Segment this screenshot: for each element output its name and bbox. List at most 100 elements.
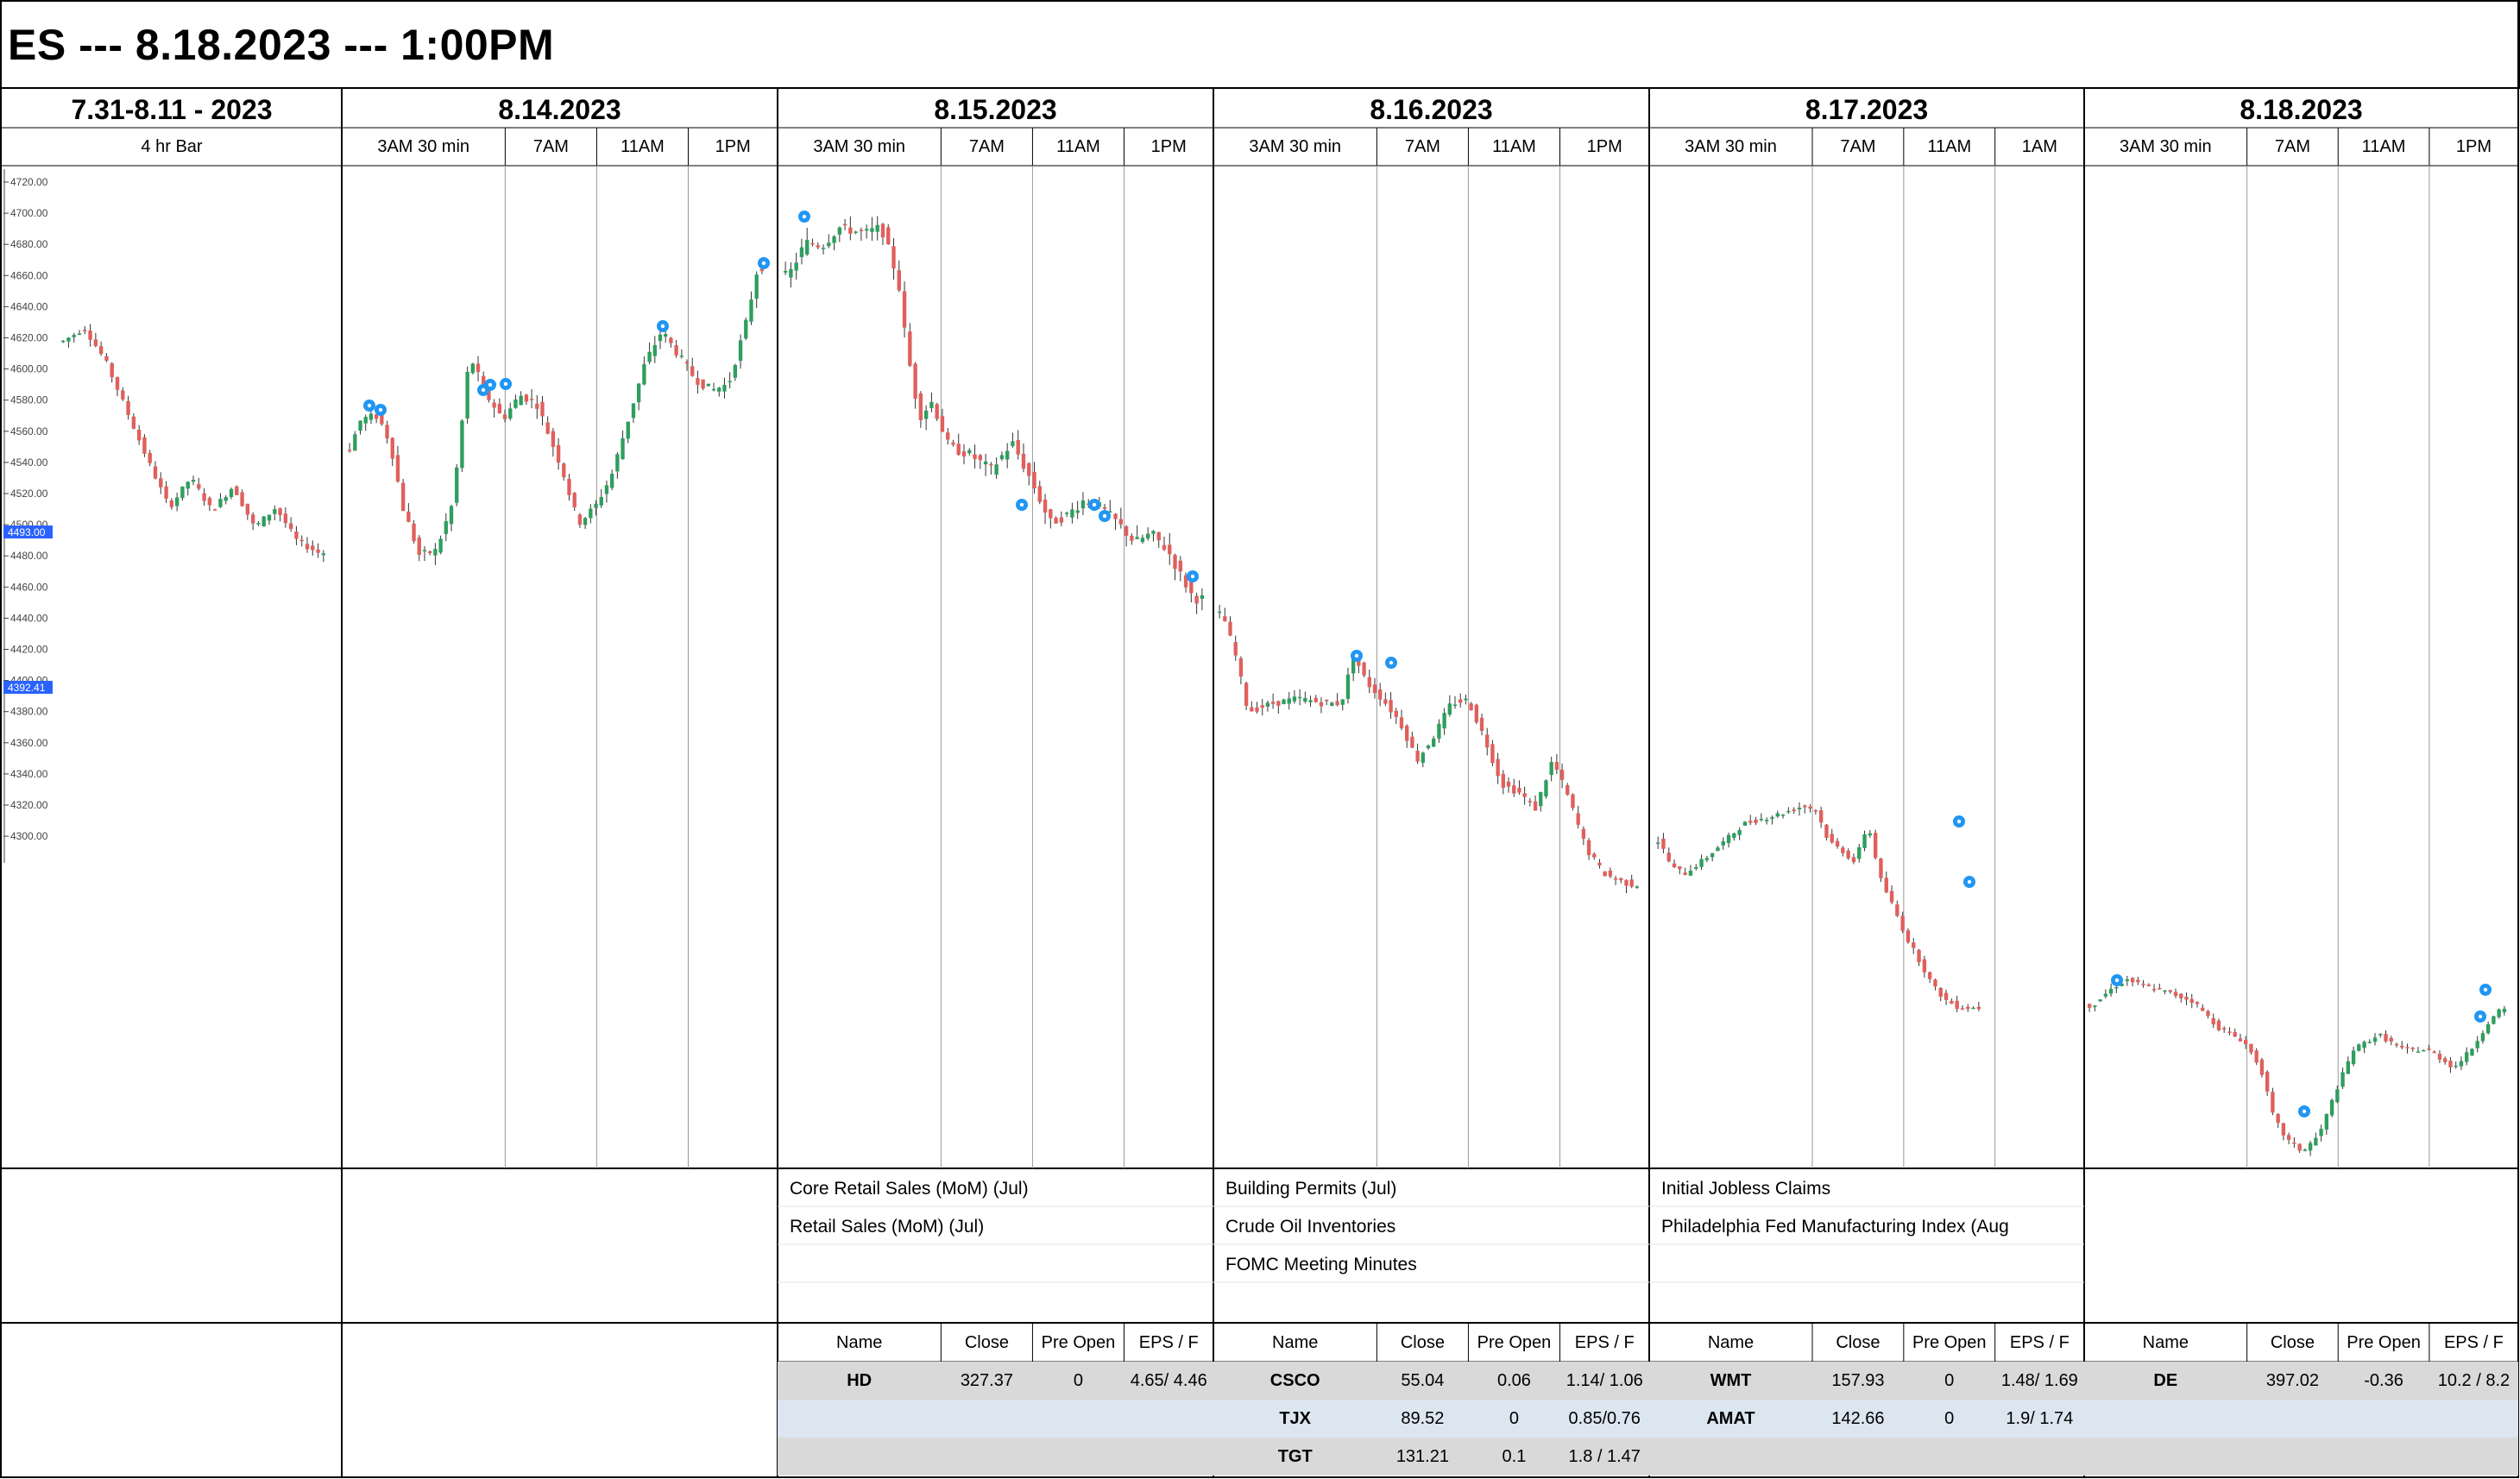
y-tick-label: 4600.00 bbox=[10, 363, 48, 375]
candle-body bbox=[186, 481, 190, 489]
candle-body bbox=[864, 229, 869, 231]
candle-body bbox=[1485, 734, 1490, 748]
candle-body bbox=[1270, 702, 1276, 704]
earnings-header: Close bbox=[1400, 1333, 1445, 1352]
candle-body bbox=[679, 356, 684, 357]
earnings-cell: 0 bbox=[1509, 1409, 1519, 1428]
session-header: 3AM 30 min bbox=[813, 137, 906, 156]
candle-body bbox=[684, 362, 690, 364]
candle-body bbox=[859, 230, 864, 232]
candle-body bbox=[1135, 537, 1139, 539]
candle-body bbox=[1938, 987, 1943, 998]
candle-body bbox=[983, 461, 988, 465]
day-header: 8.16.2023 bbox=[1370, 94, 1493, 125]
y-tick-label: 4300.00 bbox=[10, 830, 48, 842]
candle-body bbox=[224, 497, 228, 501]
candle-body bbox=[229, 488, 234, 498]
earnings-header: Name bbox=[1272, 1333, 1319, 1352]
candle-body bbox=[476, 363, 481, 373]
candle-body bbox=[363, 417, 368, 424]
candle-body bbox=[1900, 916, 1905, 931]
candle-body bbox=[438, 538, 443, 553]
y-tick-label: 4720.00 bbox=[10, 176, 48, 188]
candle-body bbox=[1054, 518, 1058, 524]
candle-body bbox=[2179, 993, 2183, 998]
session-header: 7AM bbox=[532, 137, 569, 156]
candle-body bbox=[1070, 509, 1074, 518]
candle-body bbox=[148, 452, 152, 463]
candle-body bbox=[2405, 1047, 2410, 1048]
candle-body bbox=[1906, 930, 1911, 943]
session-header: 4 hr Bar bbox=[141, 137, 203, 156]
news-badge-dot bbox=[378, 407, 383, 412]
y-tick-label: 4440.00 bbox=[10, 612, 48, 624]
event-item: FOMC Meeting Minutes bbox=[1225, 1255, 1417, 1274]
candle-body bbox=[492, 402, 496, 408]
candle-body bbox=[1426, 745, 1431, 749]
candle-body bbox=[637, 383, 641, 403]
session-header: 3AM 30 min bbox=[2119, 137, 2212, 156]
candle-body bbox=[321, 553, 326, 556]
candle-body bbox=[583, 518, 588, 526]
earnings-row-bg bbox=[2084, 1400, 2518, 1438]
candle-body bbox=[2238, 1038, 2243, 1042]
candle-body bbox=[989, 463, 993, 466]
news-badge-dot bbox=[1190, 574, 1195, 579]
candle-body bbox=[115, 376, 120, 390]
candle-body bbox=[1292, 696, 1297, 702]
news-badge-dot bbox=[1019, 502, 1024, 507]
y-tick-label: 4640.00 bbox=[10, 300, 48, 312]
earnings-cell: 0 bbox=[1073, 1371, 1083, 1390]
candle-body bbox=[913, 363, 917, 400]
candle-body bbox=[1884, 878, 1888, 893]
earnings-cell: 0.1 bbox=[1502, 1447, 1527, 1466]
candle-body bbox=[1238, 658, 1244, 677]
day-header: 8.18.2023 bbox=[2240, 94, 2363, 125]
candle-body bbox=[1421, 752, 1425, 763]
y-tick-label: 4620.00 bbox=[10, 332, 48, 344]
earnings-header: Close bbox=[1836, 1333, 1881, 1352]
candle-body bbox=[2351, 1050, 2356, 1065]
event-item: Crude Oil Inventories bbox=[1225, 1217, 1396, 1237]
candle-body bbox=[1276, 701, 1281, 706]
candle-body bbox=[2432, 1051, 2436, 1054]
candle-body bbox=[594, 503, 598, 508]
earnings-header: Close bbox=[964, 1333, 1009, 1352]
candle-body bbox=[1726, 834, 1731, 844]
earnings-header: EPS / F bbox=[1138, 1333, 1199, 1352]
candle-body bbox=[1554, 761, 1559, 770]
candle-body bbox=[1335, 701, 1339, 706]
session-header: 11AM bbox=[1927, 137, 1972, 156]
candle-body bbox=[696, 378, 700, 386]
candle-body bbox=[967, 450, 972, 454]
session-header: 3AM 30 min bbox=[1685, 137, 1777, 156]
candle-body bbox=[1835, 840, 1840, 846]
candle-body bbox=[444, 520, 448, 534]
candle-body bbox=[2163, 990, 2167, 992]
candle-body bbox=[744, 319, 748, 339]
candle-body bbox=[2233, 1031, 2237, 1037]
candle-body bbox=[1576, 813, 1580, 825]
candle-body bbox=[2400, 1045, 2404, 1048]
candle-body bbox=[2459, 1060, 2464, 1067]
earnings-header: Pre Open bbox=[1477, 1333, 1552, 1352]
candle-body bbox=[870, 228, 874, 232]
candle-body bbox=[1586, 840, 1591, 856]
event-item: Initial Jobless Claims bbox=[1661, 1179, 1831, 1199]
candle-body bbox=[2211, 1017, 2215, 1025]
candle-body bbox=[1145, 533, 1150, 538]
candle-body bbox=[577, 514, 583, 525]
candle-body bbox=[1559, 770, 1565, 780]
candle-body bbox=[2362, 1042, 2366, 1048]
candle-body bbox=[1868, 833, 1873, 836]
candle-body bbox=[1011, 441, 1015, 446]
candle-body bbox=[60, 340, 66, 343]
event-item: Retail Sales (MoM) (Jul) bbox=[790, 1217, 985, 1237]
candle-body bbox=[918, 393, 923, 420]
candle-body bbox=[1678, 865, 1682, 870]
candle-body bbox=[2485, 1024, 2491, 1034]
candle-body bbox=[1178, 560, 1182, 572]
candle-body bbox=[1250, 707, 1254, 712]
candle-body bbox=[433, 549, 438, 556]
candle-body bbox=[2378, 1034, 2383, 1035]
